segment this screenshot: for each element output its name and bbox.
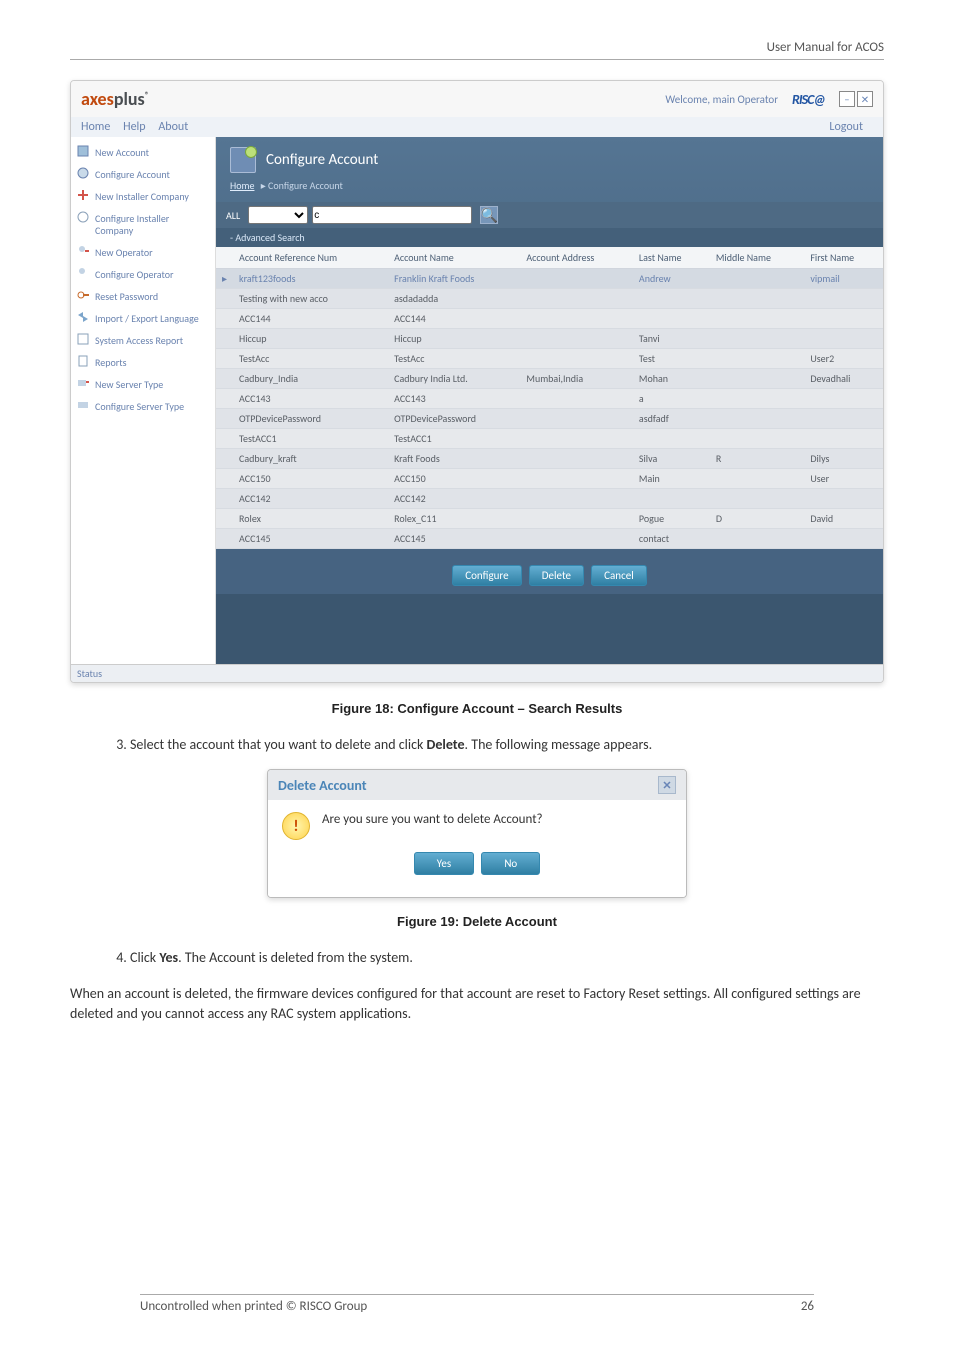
sidebar: New Account Configure Account New Instal…: [71, 137, 216, 664]
menubar: Home Help About Logout: [71, 117, 883, 137]
yes-button[interactable]: Yes: [414, 852, 474, 875]
user-plus-icon: [76, 244, 90, 258]
plus-icon: [76, 188, 90, 202]
gear-icon: [76, 166, 90, 180]
col-first[interactable]: First Name: [804, 247, 883, 269]
sidebar-item-resetpassword[interactable]: Reset Password: [75, 286, 211, 308]
menu-help[interactable]: Help: [123, 120, 146, 134]
table-row[interactable]: ACC144ACC144: [216, 309, 883, 329]
filter-field-select[interactable]: [248, 206, 308, 224]
wrench-icon: [76, 210, 90, 224]
col-addr[interactable]: Account Address: [520, 247, 633, 269]
col-mid[interactable]: Middle Name: [710, 247, 804, 269]
sidebar-item-reports[interactable]: Reports: [75, 352, 211, 374]
key-icon: [76, 288, 90, 302]
doc-icon: [76, 354, 90, 368]
sidebar-item-newoperator[interactable]: New Operator: [75, 242, 211, 264]
step-3: Select the account that you want to dele…: [130, 736, 884, 753]
sidebar-item-configureserver[interactable]: Configure Server Type: [75, 396, 211, 418]
advanced-search-toggle[interactable]: - Advanced Search: [216, 228, 883, 247]
filter-toolbar: ALL 🔍: [216, 202, 883, 228]
table-row[interactable]: OTPDevicePasswordOTPDevicePasswordasdfad…: [216, 409, 883, 429]
sidebar-item-configureoperator[interactable]: Configure Operator: [75, 264, 211, 286]
step-4: Click Yes. The Account is deleted from t…: [130, 949, 884, 966]
page-icon: [230, 147, 256, 173]
configure-button[interactable]: Configure: [452, 565, 521, 586]
sidebar-item-newserver[interactable]: New Server Type: [75, 374, 211, 396]
breadcrumb-home[interactable]: Home: [230, 179, 254, 192]
table-row[interactable]: RolexRolex_C11PogueDDavid: [216, 509, 883, 529]
page-number: 26: [801, 1299, 814, 1314]
table-row[interactable]: TestAccTestAccTestUser2: [216, 349, 883, 369]
figure-19-caption: Figure 19: Delete Account: [70, 914, 884, 929]
account-icon: [76, 144, 90, 158]
menu-about[interactable]: About: [158, 120, 188, 134]
table-row[interactable]: ACC143ACC143a: [216, 389, 883, 409]
app-window-configure-account: axesplus® Welcome, main Operator RISC@ −…: [70, 80, 884, 683]
filter-all-label: ALL: [226, 209, 240, 222]
table-row[interactable]: Cadbury_IndiaCadbury India Ltd.Mumbai,In…: [216, 369, 883, 389]
search-icon[interactable]: 🔍: [480, 206, 498, 224]
sidebar-item-configureinstaller[interactable]: Configure Installer Company: [75, 208, 211, 242]
arrows-icon: [76, 310, 90, 324]
page-title: Configure Account: [266, 151, 378, 169]
server-plus-icon: [76, 376, 90, 390]
sidebar-item-newinstaller[interactable]: New Installer Company: [75, 186, 211, 208]
dialog-message: Are you sure you want to delete Account?: [322, 812, 543, 827]
sidebar-item-configureaccount[interactable]: Configure Account: [75, 164, 211, 186]
table-row[interactable]: ACC145ACC145contact: [216, 529, 883, 549]
table-row[interactable]: TestACC1TestACC1: [216, 429, 883, 449]
sidebar-item-importexport[interactable]: Import / Export Language: [75, 308, 211, 330]
sidebar-item-newaccount[interactable]: New Account: [75, 142, 211, 164]
status-bar: Status: [71, 664, 883, 682]
server-gear-icon: [76, 398, 90, 412]
dialog-title: Delete Account: [278, 777, 367, 794]
filter-input[interactable]: [312, 206, 472, 224]
main-panel: Configure Account Home ▸ Configure Accou…: [216, 137, 883, 664]
no-button[interactable]: No: [481, 852, 540, 875]
delete-button[interactable]: Delete: [529, 565, 584, 586]
table-row[interactable]: ACC142ACC142: [216, 489, 883, 509]
table-row[interactable]: HiccupHiccupTanvi: [216, 329, 883, 349]
table-row[interactable]: Cadbury_kraftKraft FoodsSilvaRDilys: [216, 449, 883, 469]
col-name[interactable]: Account Name: [388, 247, 520, 269]
warning-icon: !: [282, 812, 310, 840]
welcome-text: Welcome, main Operator: [665, 93, 778, 106]
table-row[interactable]: ACC150ACC150MainUser: [216, 469, 883, 489]
footer-left: Uncontrolled when printed © RISCO Group: [140, 1299, 367, 1314]
col-ref[interactable]: Account Reference Num: [233, 247, 388, 269]
close-icon[interactable]: ✕: [857, 91, 873, 107]
risco-logo: RISC@: [792, 91, 825, 108]
minimize-icon[interactable]: −: [839, 91, 855, 107]
page-header: User Manual for ACOS: [70, 0, 884, 60]
table-row[interactable]: Testing with new accoasdadadda: [216, 289, 883, 309]
figure-18-caption: Figure 18: Configure Account – Search Re…: [70, 701, 884, 716]
sidebar-item-accessreport[interactable]: System Access Report: [75, 330, 211, 352]
app-brand: axesplus®: [81, 88, 149, 110]
user-gear-icon: [76, 266, 90, 280]
cancel-button[interactable]: Cancel: [591, 565, 647, 586]
body-paragraph: When an account is deleted, the firmware…: [70, 984, 884, 1025]
menu-logout[interactable]: Logout: [829, 120, 863, 134]
report-icon: [76, 332, 90, 346]
dialog-close-icon[interactable]: ✕: [658, 776, 676, 794]
breadcrumb: Home ▸ Configure Account: [230, 179, 869, 192]
results-table: Account Reference Num Account Name Accou…: [216, 247, 883, 549]
table-row[interactable]: ▸kraft123foodsFranklin Kraft FoodsAndrew…: [216, 269, 883, 289]
delete-account-dialog: Delete Account ✕ ! Are you sure you want…: [267, 769, 687, 898]
col-last[interactable]: Last Name: [633, 247, 710, 269]
menu-home[interactable]: Home: [81, 120, 110, 134]
